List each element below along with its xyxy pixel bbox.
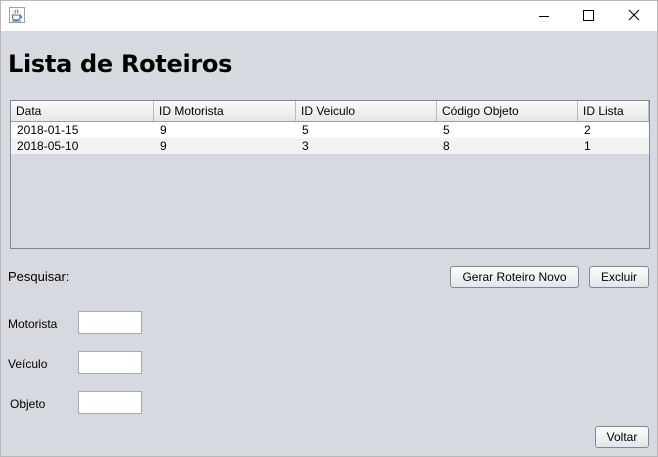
motorista-field[interactable]	[78, 311, 142, 334]
table-row[interactable]: 2018-01-15 9 5 5 2	[11, 122, 649, 138]
java-coffee-cup-icon[interactable]	[9, 7, 25, 23]
table-cell: 5	[443, 123, 450, 137]
veiculo-label: Veículo	[8, 357, 48, 371]
page-title: Lista de Roteiros	[8, 50, 233, 78]
search-label: Pesquisar:	[8, 269, 70, 284]
column-header-id-lista[interactable]: ID Lista	[578, 101, 649, 121]
new-route-button[interactable]: Gerar Roteiro Novo	[450, 266, 579, 288]
table-cell: 8	[443, 139, 450, 153]
table-cell: 1	[584, 139, 591, 153]
column-header-id-motorista[interactable]: ID Motorista	[154, 101, 296, 121]
minimize-button[interactable]	[521, 1, 567, 31]
table-cell: 5	[302, 123, 309, 137]
maximize-icon	[583, 10, 594, 21]
main-panel: Lista de Roteiros Data ID Motorista ID V…	[1, 31, 657, 456]
table-header: Data ID Motorista ID Veiculo Código Obje…	[11, 101, 649, 122]
close-button[interactable]	[611, 1, 657, 31]
minimize-icon	[539, 16, 549, 17]
table-row[interactable]: 2018-05-10 9 3 8 1	[11, 138, 649, 154]
table-cell: 9	[160, 139, 167, 153]
table-cell: 2018-01-15	[17, 123, 79, 137]
maximize-button[interactable]	[565, 1, 611, 31]
close-icon	[628, 9, 640, 21]
delete-button[interactable]: Excluir	[589, 266, 649, 288]
column-header-data[interactable]: Data	[11, 101, 154, 121]
objeto-field[interactable]	[78, 391, 142, 414]
app-window: Lista de Roteiros Data ID Motorista ID V…	[0, 0, 658, 457]
title-bar[interactable]	[1, 1, 657, 31]
column-header-codigo-objeto[interactable]: Código Objeto	[437, 101, 578, 121]
objeto-label: Objeto	[10, 397, 46, 411]
table-cell: 2018-05-10	[17, 139, 79, 153]
column-header-id-veiculo[interactable]: ID Veiculo	[296, 101, 437, 121]
table-cell: 2	[584, 123, 591, 137]
table-cell: 3	[302, 139, 309, 153]
veiculo-field[interactable]	[78, 351, 142, 374]
table-cell: 9	[160, 123, 167, 137]
back-button[interactable]: Voltar	[595, 426, 649, 448]
motorista-label: Motorista	[8, 317, 58, 331]
routes-table[interactable]: Data ID Motorista ID Veiculo Código Obje…	[10, 100, 650, 249]
